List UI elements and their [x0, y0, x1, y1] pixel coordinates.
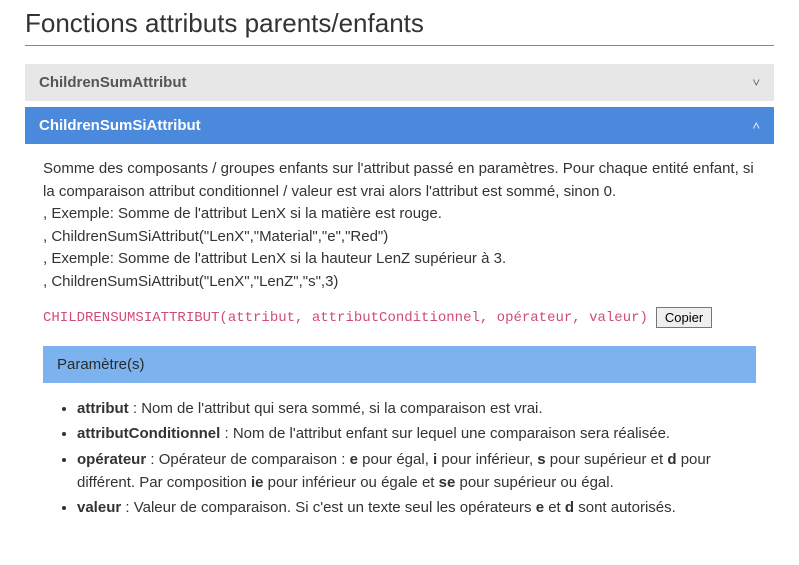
function-description: Somme des composants / groupes enfants s… — [43, 158, 756, 293]
inline-bold: i — [433, 451, 437, 468]
desc-line: Somme des composants / groupes enfants s… — [43, 160, 754, 200]
parameter-name: attribut — [77, 400, 129, 417]
desc-line: , ChildrenSumSiAttribut("LenX","Material… — [43, 228, 388, 245]
panel-childrensumsiattribut: ChildrenSumSiAttribut ˄ Somme des compos… — [25, 107, 774, 535]
panel-title: ChildrenSumSiAttribut — [39, 117, 201, 134]
inline-bold: ie — [251, 474, 264, 491]
parameter-item: attribut : Nom de l'attribut qui sera so… — [77, 397, 756, 420]
inline-bold: s — [537, 451, 545, 468]
parameters-list: attribut : Nom de l'attribut qui sera so… — [43, 397, 756, 519]
signature-row: CHILDRENSUMSIATTRIBUT(attribut, attribut… — [43, 307, 756, 328]
copy-button[interactable]: Copier — [656, 307, 712, 328]
parameter-name: valeur — [77, 499, 121, 516]
parameter-item: attributConditionnel : Nom de l'attribut… — [77, 422, 756, 445]
parameter-name: opérateur — [77, 451, 146, 468]
panel-header-childrensumsiattribut[interactable]: ChildrenSumSiAttribut ˄ — [25, 107, 774, 144]
parameters-heading: Paramètre(s) — [43, 346, 756, 383]
panel-header-childrensumattribut[interactable]: ChildrenSumAttribut ˅ — [25, 64, 774, 101]
desc-line: , ChildrenSumSiAttribut("LenX","LenZ","s… — [43, 273, 338, 290]
parameter-item: valeur : Valeur de comparaison. Si c'est… — [77, 496, 756, 519]
desc-line: , Exemple: Somme de l'attribut LenX si l… — [43, 250, 506, 267]
panel-childrensumattribut: ChildrenSumAttribut ˅ — [25, 64, 774, 101]
desc-line: , Exemple: Somme de l'attribut LenX si l… — [43, 205, 442, 222]
chevron-down-icon: ˅ — [753, 75, 760, 91]
inline-bold: se — [439, 474, 456, 491]
parameter-name: attributConditionnel — [77, 425, 220, 442]
panel-title: ChildrenSumAttribut — [39, 74, 187, 91]
function-signature: CHILDRENSUMSIATTRIBUT(attribut, attribut… — [43, 310, 648, 326]
chevron-up-icon: ˄ — [753, 118, 760, 134]
page-title: Fonctions attributs parents/enfants — [25, 8, 774, 39]
inline-bold: d — [667, 451, 676, 468]
panel-body: Somme des composants / groupes enfants s… — [25, 144, 774, 535]
inline-bold: e — [536, 499, 544, 516]
inline-bold: e — [350, 451, 358, 468]
inline-bold: d — [565, 499, 574, 516]
parameter-item: opérateur : Opérateur de comparaison : e… — [77, 448, 756, 495]
title-rule — [25, 45, 774, 46]
